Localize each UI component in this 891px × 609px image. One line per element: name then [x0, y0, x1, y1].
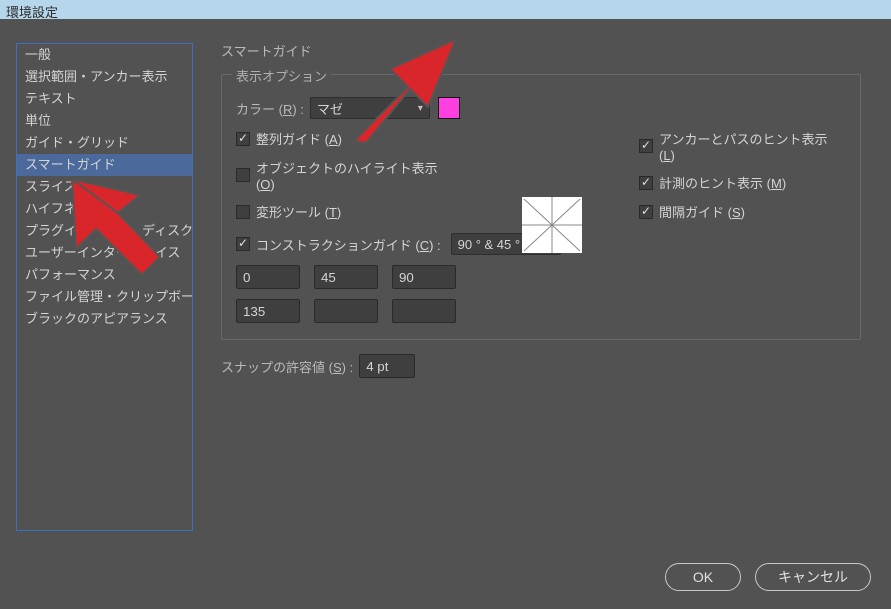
construction-angle-input[interactable] [392, 299, 456, 323]
display-options-fieldset: 表示オプション カラー (R) : マゼ 整列ガイド (A) [221, 74, 861, 340]
window-titlebar: 環境設定 [0, 0, 891, 19]
construction-angle-input[interactable] [314, 265, 378, 289]
object-highlight-checkbox[interactable]: オブジェクトのハイライト表示 (O) [236, 158, 459, 192]
sidebar-item[interactable]: ユーザーインター イス [17, 242, 192, 264]
transform-tool-checkbox[interactable]: 変形ツール (T) [236, 202, 459, 221]
construction-angle-input[interactable] [314, 299, 378, 323]
anchor-path-hint-checkbox[interactable]: アンカーとパスのヒント表示 (L) [639, 129, 846, 163]
sidebar-item[interactable]: プラグイン ディスク [17, 220, 192, 242]
color-select[interactable]: マゼ [310, 97, 430, 119]
sidebar-item[interactable]: ガイド・グリッド [17, 132, 192, 154]
construction-guides-checkbox[interactable]: コンストラクションガイド (C) : [236, 235, 441, 254]
ok-button[interactable]: OK [665, 563, 741, 591]
construction-angle-input[interactable] [392, 265, 456, 289]
sidebar-item[interactable]: テキスト [17, 88, 192, 110]
snap-tolerance-label: スナップの許容値 (S) : [221, 357, 353, 376]
sidebar-item[interactable]: ブラックのアピアランス [17, 308, 192, 330]
display-options-legend: 表示オプション [232, 66, 331, 85]
construction-angle-input[interactable] [236, 265, 300, 289]
sidebar-item[interactable]: ファイル管理・クリップボード [17, 286, 192, 308]
construction-angle-inputs [236, 265, 462, 325]
angle-preview [522, 197, 582, 253]
window-title: 環境設定 [6, 5, 58, 20]
sidebar-item[interactable]: スライス [17, 176, 192, 198]
construction-angle-input[interactable] [236, 299, 300, 323]
sidebar-item[interactable]: ハイフネー [17, 198, 192, 220]
panel-title: スマートガイド [221, 41, 861, 60]
sidebar-item[interactable]: 選択範囲・アンカー表示 [17, 66, 192, 88]
spacing-guides-checkbox[interactable]: 間隔ガイド (S) [639, 202, 846, 221]
preferences-category-list: 一般選択範囲・アンカー表示テキスト単位ガイド・グリッドスマートガイドスライスハイ… [16, 43, 193, 531]
alignment-guides-checkbox[interactable]: 整列ガイド (A) [236, 129, 459, 148]
sidebar-item[interactable]: スマートガイド [17, 154, 192, 176]
sidebar-item[interactable]: 単位 [17, 110, 192, 132]
cancel-button[interactable]: キャンセル [755, 563, 871, 591]
color-label: カラー (R) : [236, 99, 304, 118]
sidebar-item[interactable]: 一般 [17, 44, 192, 66]
measure-hint-checkbox[interactable]: 計測のヒント表示 (M) [639, 173, 846, 192]
snap-tolerance-input[interactable] [359, 354, 415, 378]
color-swatch[interactable] [438, 97, 460, 119]
sidebar-item[interactable]: パフォーマンス [17, 264, 192, 286]
